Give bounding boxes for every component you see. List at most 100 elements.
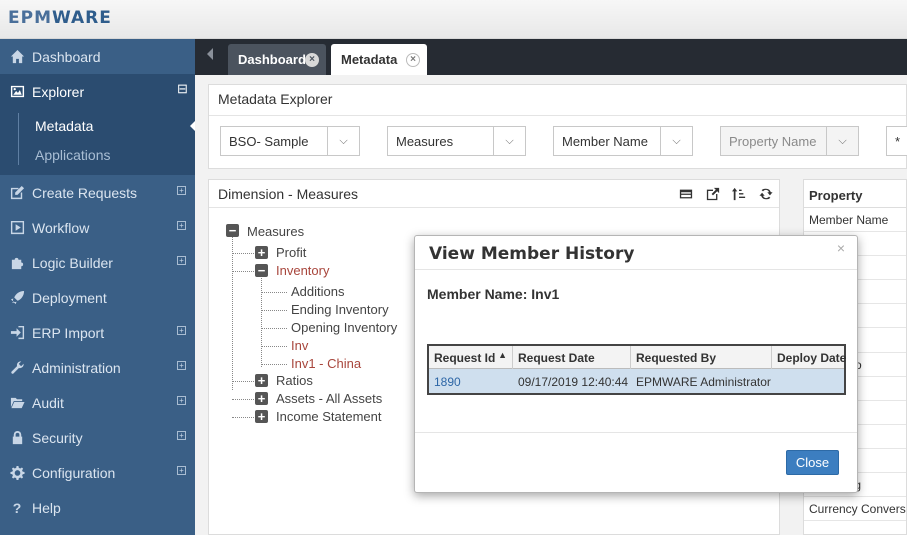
tab-bar: Dashboard × Metadata ×: [195, 39, 907, 75]
sidebar-item-workflow[interactable]: Workflow +: [0, 210, 195, 245]
wrench-icon: [9, 360, 25, 376]
collapse-node-icon[interactable]: −: [226, 224, 239, 237]
sort-icon[interactable]: [730, 185, 748, 203]
expand-icon[interactable]: +: [177, 431, 186, 440]
close-button[interactable]: Close: [786, 450, 839, 475]
application-select[interactable]: BSO- Sample ⌵: [220, 126, 360, 156]
tree-connector: [232, 417, 254, 418]
divider: [415, 269, 857, 270]
sidebar-item-label: Administration: [32, 359, 121, 376]
image-icon: [9, 84, 25, 100]
rocket-icon: [9, 290, 25, 306]
expand-node-icon[interactable]: +: [255, 246, 268, 259]
grid-header: Request Id ▲ Request Date Requested By D…: [429, 346, 846, 369]
tree-node-profit[interactable]: Profit: [276, 245, 306, 260]
collapse-icon[interactable]: ⊟: [177, 82, 188, 96]
sidebar-item-label: Audit: [32, 394, 64, 411]
tree-connector: [261, 346, 287, 347]
sidebar-item-label: ERP Import: [32, 324, 105, 341]
tab-label: Dashboard: [238, 52, 306, 67]
column-header-request-date[interactable]: Request Date: [513, 346, 631, 369]
sidebar-item-create-requests[interactable]: Create Requests +: [0, 175, 195, 210]
sidebar-item-help[interactable]: ? Help: [0, 490, 195, 525]
expand-icon[interactable]: +: [177, 326, 186, 335]
gear-icon: [9, 465, 25, 481]
home-icon: [9, 49, 25, 65]
sidebar-item-label: Explorer: [32, 83, 85, 100]
history-grid: Request Id ▲ Request Date Requested By D…: [427, 344, 846, 395]
sign-in-icon: [9, 325, 25, 341]
sidebar-subitem-applications[interactable]: Applications: [0, 140, 195, 169]
cell-deploy-date: [772, 369, 844, 393]
sidebar-item-deployment[interactable]: Deployment: [0, 280, 195, 315]
expand-icon[interactable]: +: [177, 361, 186, 370]
sidebar-item-configuration[interactable]: Configuration +: [0, 455, 195, 490]
folder-icon: [9, 395, 25, 411]
tab-dashboard[interactable]: Dashboard ×: [228, 44, 326, 75]
sidebar-item-security[interactable]: Security +: [0, 420, 195, 455]
expand-icon[interactable]: +: [177, 221, 186, 230]
sidebar-item-label: Logic Builder: [32, 254, 113, 271]
tree-node-assets[interactable]: Assets - All Assets: [276, 391, 382, 406]
expand-node-icon[interactable]: +: [255, 410, 268, 423]
dimension-select[interactable]: Measures ⌵: [387, 126, 526, 156]
sidebar-item-dashboard[interactable]: Dashboard: [0, 39, 195, 74]
sidebar-item-erp-import[interactable]: ERP Import +: [0, 315, 195, 350]
property-row[interactable]: Currency Conversio: [804, 497, 906, 522]
search-by-select[interactable]: Member Name ⌵: [553, 126, 693, 156]
tree-node-income-statement[interactable]: Income Statement: [276, 409, 382, 424]
expand-icon[interactable]: +: [177, 466, 186, 475]
tree-node-inventory[interactable]: Inventory: [276, 263, 329, 278]
select-value: Member Name: [562, 133, 648, 149]
epmware-logo[interactable]: EPMWARE: [8, 8, 112, 28]
sidebar-item-label: Dashboard: [32, 48, 101, 65]
expand-icon[interactable]: +: [177, 186, 186, 195]
cell-request-id[interactable]: 1890: [429, 369, 513, 393]
expand-node-icon[interactable]: +: [255, 392, 268, 405]
close-tab-icon[interactable]: ×: [406, 53, 420, 67]
tree-node-opening-inventory[interactable]: Opening Inventory: [291, 320, 397, 335]
sidebar-item-audit[interactable]: Audit +: [0, 385, 195, 420]
expand-node-icon[interactable]: +: [255, 374, 268, 387]
expand-icon[interactable]: +: [177, 256, 186, 265]
search-value-input[interactable]: *: [886, 126, 907, 156]
tree-connector: [261, 276, 262, 367]
expand-icon[interactable]: +: [177, 396, 186, 405]
column-header-request-id[interactable]: Request Id ▲: [429, 346, 513, 369]
close-icon[interactable]: ×: [837, 240, 845, 256]
tree-connector: [261, 328, 287, 329]
panel-title: Metadata Explorer: [218, 91, 333, 107]
tree-node-ending-inventory[interactable]: Ending Inventory: [291, 302, 389, 317]
column-header-deploy-date[interactable]: Deploy Date: [772, 346, 846, 369]
table-icon[interactable]: [677, 185, 695, 203]
sidebar-item-explorer[interactable]: Explorer ⊟: [0, 74, 195, 109]
input-value: *: [895, 133, 901, 149]
tree-node-ratios[interactable]: Ratios: [276, 373, 313, 388]
column-header-requested-by[interactable]: Requested By: [631, 346, 772, 369]
tree-node-inv1-china[interactable]: Inv1 - China: [291, 356, 361, 371]
refresh-icon[interactable]: [757, 185, 775, 203]
tree-node-additions[interactable]: Additions: [291, 284, 344, 299]
collapse-node-icon[interactable]: −: [255, 264, 268, 277]
tree-node-inv[interactable]: Inv: [291, 338, 308, 353]
puzzle-icon: [9, 255, 25, 271]
tree-node-measures[interactable]: Measures: [247, 224, 304, 239]
sidebar-item-administration[interactable]: Administration +: [0, 350, 195, 385]
tree-connector: [232, 381, 254, 382]
chevron-down-icon: ⌵: [493, 127, 525, 155]
external-link-icon[interactable]: [704, 185, 722, 203]
table-row[interactable]: 1890 09/17/2019 12:40:44 EPMWARE Adminis…: [429, 369, 844, 393]
property-name-select[interactable]: Property Name ⌵: [720, 126, 859, 156]
select-value: Measures: [396, 133, 454, 149]
view-member-history-dialog: View Member History × Member Name: Inv1 …: [414, 235, 858, 493]
sidebar-item-label: Deployment: [32, 289, 107, 306]
close-tab-icon[interactable]: ×: [305, 53, 319, 67]
tab-scroll-left-icon[interactable]: [207, 48, 213, 60]
property-row[interactable]: Member Name: [804, 208, 906, 233]
tab-metadata[interactable]: Metadata ×: [331, 44, 427, 75]
dialog-title: View Member History: [429, 244, 635, 264]
sidebar-item-logic-builder[interactable]: Logic Builder +: [0, 245, 195, 280]
explorer-submenu: Metadata Applications: [0, 109, 196, 175]
sort-asc-icon: ▲: [498, 350, 507, 360]
sidebar-subitem-metadata[interactable]: Metadata: [0, 111, 196, 140]
